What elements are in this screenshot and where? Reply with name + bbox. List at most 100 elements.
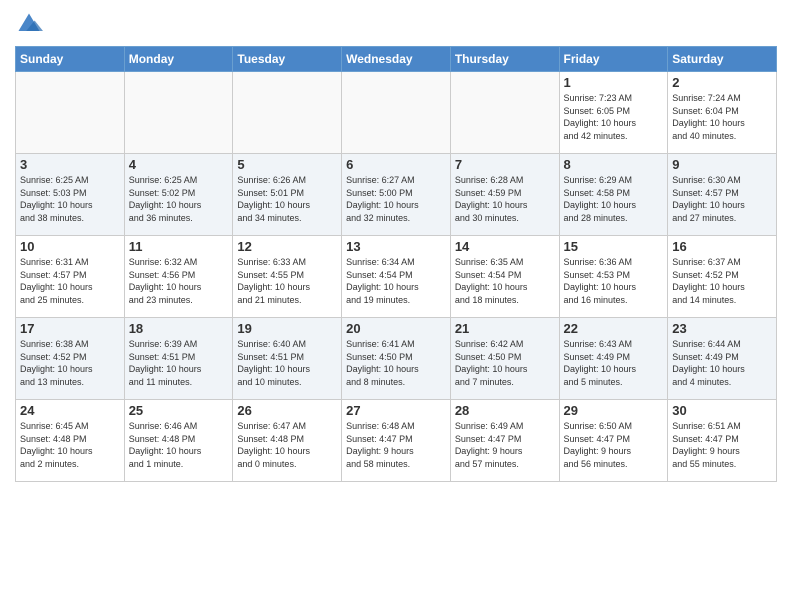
day-info: Sunrise: 6:34 AM Sunset: 4:54 PM Dayligh… xyxy=(346,256,446,306)
col-header-sunday: Sunday xyxy=(16,47,125,72)
day-number: 18 xyxy=(129,321,229,336)
day-info: Sunrise: 6:45 AM Sunset: 4:48 PM Dayligh… xyxy=(20,420,120,470)
day-cell: 5Sunrise: 6:26 AM Sunset: 5:01 PM Daylig… xyxy=(233,154,342,236)
day-cell: 17 Sunrise: 6:38 AM Sunset: 4:52 PM Dayli… xyxy=(16,318,125,400)
logo-icon xyxy=(15,10,43,38)
day-info: Sunrise: 6:50 AM Sunset: 4:47 PM Dayligh… xyxy=(564,420,664,470)
day-info: Sunrise: 6:25 AM Sunset: 5:03 PM Dayligh… xyxy=(20,174,120,224)
day-cell: 25 Sunrise: 6:46 AM Sunset: 4:48 PM Dayli… xyxy=(124,400,233,482)
day-cell: 13 Sunrise: 6:34 AM Sunset: 4:54 PM Dayli… xyxy=(342,236,451,318)
day-cell: 1 Sunrise: 7:23 AM Sunset: 6:05 PM Daylig… xyxy=(559,72,668,154)
day-cell: 30 Sunrise: 6:51 AM Sunset: 4:47 PM Dayli… xyxy=(668,400,777,482)
day-number: 28 xyxy=(455,403,555,418)
day-cell xyxy=(342,72,451,154)
day-cell: 28 Sunrise: 6:49 AM Sunset: 4:47 PM Dayli… xyxy=(450,400,559,482)
day-cell: 18 Sunrise: 6:39 AM Sunset: 4:51 PM Dayli… xyxy=(124,318,233,400)
day-info: Sunrise: 6:35 AM Sunset: 4:54 PM Dayligh… xyxy=(455,256,555,306)
day-number: 7 xyxy=(455,157,555,172)
day-number: 12 xyxy=(237,239,337,254)
week-row-4: 17 Sunrise: 6:38 AM Sunset: 4:52 PM Dayli… xyxy=(16,318,777,400)
day-info: Sunrise: 6:49 AM Sunset: 4:47 PM Dayligh… xyxy=(455,420,555,470)
day-info: Sunrise: 6:48 AM Sunset: 4:47 PM Dayligh… xyxy=(346,420,446,470)
day-info: Sunrise: 6:46 AM Sunset: 4:48 PM Dayligh… xyxy=(129,420,229,470)
day-cell: 3 Sunrise: 6:25 AM Sunset: 5:03 PM Daylig… xyxy=(16,154,125,236)
col-header-tuesday: Tuesday xyxy=(233,47,342,72)
day-number: 15 xyxy=(564,239,664,254)
day-info: Sunrise: 6:30 AM Sunset: 4:57 PM Dayligh… xyxy=(672,174,772,224)
day-info: Sunrise: 6:47 AM Sunset: 4:48 PM Dayligh… xyxy=(237,420,337,470)
col-header-saturday: Saturday xyxy=(668,47,777,72)
day-cell: 26 Sunrise: 6:47 AM Sunset: 4:48 PM Dayli… xyxy=(233,400,342,482)
day-cell: 24 Sunrise: 6:45 AM Sunset: 4:48 PM Dayli… xyxy=(16,400,125,482)
day-info: Sunrise: 7:24 AM Sunset: 6:04 PM Dayligh… xyxy=(672,92,772,142)
day-number: 24 xyxy=(20,403,120,418)
day-number: 20 xyxy=(346,321,446,336)
day-number: 17 xyxy=(20,321,120,336)
page-container: SundayMondayTuesdayWednesdayThursdayFrid… xyxy=(0,0,792,487)
day-cell: 11Sunrise: 6:32 AM Sunset: 4:56 PM Dayli… xyxy=(124,236,233,318)
day-number: 23 xyxy=(672,321,772,336)
day-cell: 7 Sunrise: 6:28 AM Sunset: 4:59 PM Daylig… xyxy=(450,154,559,236)
day-info: Sunrise: 6:51 AM Sunset: 4:47 PM Dayligh… xyxy=(672,420,772,470)
day-number: 10 xyxy=(20,239,120,254)
day-info: Sunrise: 6:39 AM Sunset: 4:51 PM Dayligh… xyxy=(129,338,229,388)
week-row-5: 24 Sunrise: 6:45 AM Sunset: 4:48 PM Dayli… xyxy=(16,400,777,482)
day-info: Sunrise: 6:33 AM Sunset: 4:55 PM Dayligh… xyxy=(237,256,337,306)
logo xyxy=(15,10,47,38)
day-number: 26 xyxy=(237,403,337,418)
day-number: 22 xyxy=(564,321,664,336)
day-cell: 16Sunrise: 6:37 AM Sunset: 4:52 PM Dayli… xyxy=(668,236,777,318)
day-cell: 9Sunrise: 6:30 AM Sunset: 4:57 PM Daylig… xyxy=(668,154,777,236)
day-info: Sunrise: 6:29 AM Sunset: 4:58 PM Dayligh… xyxy=(564,174,664,224)
day-info: Sunrise: 6:40 AM Sunset: 4:51 PM Dayligh… xyxy=(237,338,337,388)
day-number: 13 xyxy=(346,239,446,254)
day-number: 21 xyxy=(455,321,555,336)
day-cell: 23Sunrise: 6:44 AM Sunset: 4:49 PM Dayli… xyxy=(668,318,777,400)
day-cell: 22 Sunrise: 6:43 AM Sunset: 4:49 PM Dayli… xyxy=(559,318,668,400)
day-number: 16 xyxy=(672,239,772,254)
day-info: Sunrise: 6:28 AM Sunset: 4:59 PM Dayligh… xyxy=(455,174,555,224)
day-cell: 4Sunrise: 6:25 AM Sunset: 5:02 PM Daylig… xyxy=(124,154,233,236)
day-cell: 19 Sunrise: 6:40 AM Sunset: 4:51 PM Dayli… xyxy=(233,318,342,400)
day-cell: 6 Sunrise: 6:27 AM Sunset: 5:00 PM Daylig… xyxy=(342,154,451,236)
day-number: 25 xyxy=(129,403,229,418)
day-cell: 20 Sunrise: 6:41 AM Sunset: 4:50 PM Dayli… xyxy=(342,318,451,400)
col-header-thursday: Thursday xyxy=(450,47,559,72)
day-number: 6 xyxy=(346,157,446,172)
calendar-header-row: SundayMondayTuesdayWednesdayThursdayFrid… xyxy=(16,47,777,72)
day-cell xyxy=(124,72,233,154)
day-cell: 12 Sunrise: 6:33 AM Sunset: 4:55 PM Dayli… xyxy=(233,236,342,318)
day-cell xyxy=(233,72,342,154)
day-info: Sunrise: 6:31 AM Sunset: 4:57 PM Dayligh… xyxy=(20,256,120,306)
day-cell: 8 Sunrise: 6:29 AM Sunset: 4:58 PM Daylig… xyxy=(559,154,668,236)
day-number: 30 xyxy=(672,403,772,418)
day-number: 1 xyxy=(564,75,664,90)
day-number: 3 xyxy=(20,157,120,172)
day-info: Sunrise: 6:38 AM Sunset: 4:52 PM Dayligh… xyxy=(20,338,120,388)
col-header-wednesday: Wednesday xyxy=(342,47,451,72)
day-number: 8 xyxy=(564,157,664,172)
day-info: Sunrise: 6:32 AM Sunset: 4:56 PM Dayligh… xyxy=(129,256,229,306)
calendar: SundayMondayTuesdayWednesdayThursdayFrid… xyxy=(15,46,777,482)
day-cell xyxy=(450,72,559,154)
day-info: Sunrise: 6:36 AM Sunset: 4:53 PM Dayligh… xyxy=(564,256,664,306)
day-cell: 29 Sunrise: 6:50 AM Sunset: 4:47 PM Dayli… xyxy=(559,400,668,482)
day-number: 14 xyxy=(455,239,555,254)
day-cell: 27 Sunrise: 6:48 AM Sunset: 4:47 PM Dayli… xyxy=(342,400,451,482)
day-number: 4 xyxy=(129,157,229,172)
week-row-2: 3 Sunrise: 6:25 AM Sunset: 5:03 PM Daylig… xyxy=(16,154,777,236)
header xyxy=(15,10,777,38)
day-number: 19 xyxy=(237,321,337,336)
day-number: 27 xyxy=(346,403,446,418)
day-cell: 15 Sunrise: 6:36 AM Sunset: 4:53 PM Dayli… xyxy=(559,236,668,318)
day-info: Sunrise: 7:23 AM Sunset: 6:05 PM Dayligh… xyxy=(564,92,664,142)
day-cell: 10 Sunrise: 6:31 AM Sunset: 4:57 PM Dayli… xyxy=(16,236,125,318)
col-header-friday: Friday xyxy=(559,47,668,72)
day-number: 29 xyxy=(564,403,664,418)
day-cell: 14 Sunrise: 6:35 AM Sunset: 4:54 PM Dayli… xyxy=(450,236,559,318)
day-info: Sunrise: 6:43 AM Sunset: 4:49 PM Dayligh… xyxy=(564,338,664,388)
day-number: 2 xyxy=(672,75,772,90)
col-header-monday: Monday xyxy=(124,47,233,72)
day-info: Sunrise: 6:27 AM Sunset: 5:00 PM Dayligh… xyxy=(346,174,446,224)
day-info: Sunrise: 6:41 AM Sunset: 4:50 PM Dayligh… xyxy=(346,338,446,388)
